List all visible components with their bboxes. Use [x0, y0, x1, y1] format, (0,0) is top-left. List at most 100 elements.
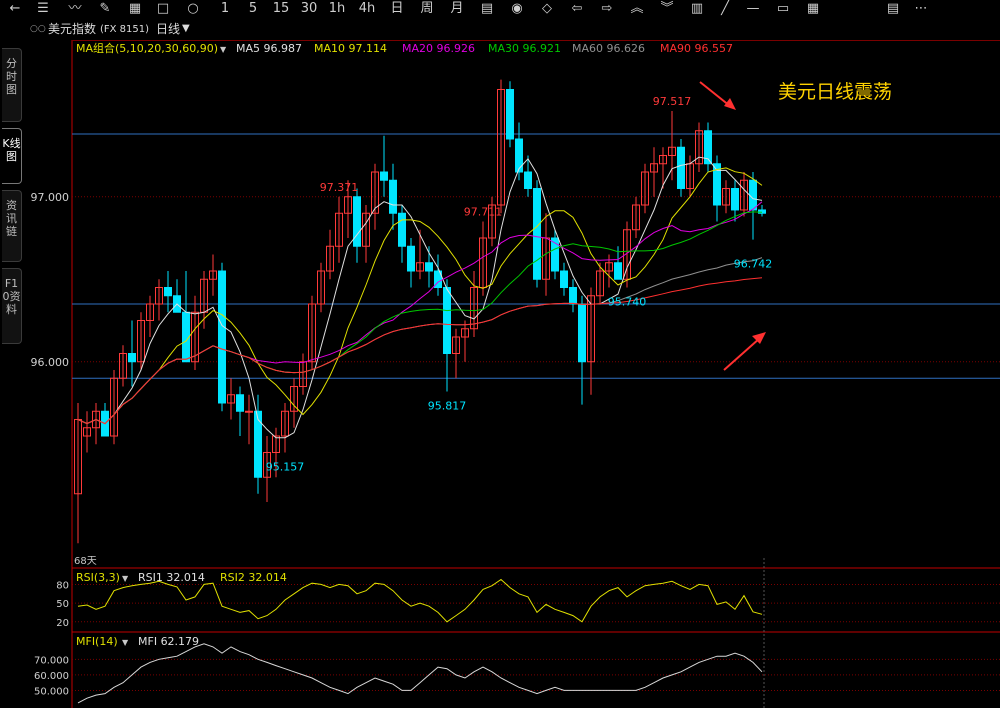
window-dots-icon[interactable]: ○○ — [30, 22, 46, 36]
dash-line-icon[interactable]: — — [740, 1, 766, 17]
list-icon[interactable]: ☰ — [30, 1, 56, 17]
arrow-down-icon — [699, 81, 731, 107]
more-icon[interactable]: ⋯ — [908, 1, 934, 17]
diamond-icon[interactable]: ◇ — [534, 1, 560, 17]
ma-legend-ma5: MA5 96.987 — [236, 42, 302, 55]
ma-legend-ma20: MA20 96.926 — [402, 42, 475, 55]
instrument-code: (FX 8151) — [100, 24, 150, 35]
period-1h-icon[interactable]: 1h — [324, 1, 350, 17]
ma-legend-ma60: MA60 96.626 — [572, 42, 645, 55]
arrow-up-icon — [723, 337, 761, 371]
rsi-label: RSI(3,3) — [76, 571, 120, 584]
candle-body — [533, 188, 541, 280]
candle-body — [524, 171, 532, 189]
edit-icon[interactable]: ✎ — [92, 1, 118, 17]
double-up-icon[interactable]: ︽ — [624, 1, 650, 17]
candle-body — [515, 138, 523, 173]
circle-icon[interactable]: ○ — [180, 1, 206, 17]
rsi-chevron-icon: ▼ — [122, 574, 129, 583]
arrow-right-icon[interactable]: ⇨ — [594, 1, 620, 17]
instrument-name: 美元指数 — [48, 22, 97, 36]
side-tab-1[interactable]: K线图 — [2, 128, 22, 184]
period-month-icon[interactable]: 月 — [444, 1, 470, 17]
title-bar: ○○ 美元指数 (FX 8151) 日线 ▼ — [0, 20, 1000, 39]
days-count-label: 68天 — [74, 556, 97, 567]
slash-line-icon[interactable]: ╱ — [712, 1, 738, 17]
arrow-left-icon[interactable]: ⇦ — [564, 1, 590, 17]
ma-legend-chevron-icon: ▼ — [220, 45, 227, 54]
price-annotation: 97.371 — [320, 181, 359, 194]
rsi-tick-label: 80 — [56, 580, 69, 591]
rsi-tick-label: 20 — [56, 618, 69, 629]
period-week-icon[interactable]: 周 — [414, 1, 440, 17]
candle-body — [749, 179, 757, 211]
candle-body — [560, 270, 568, 288]
price-tick-label: 96.000 — [31, 356, 70, 369]
period-day-icon[interactable]: 日 — [384, 1, 410, 17]
candle-body — [758, 209, 766, 214]
ma-legend-ma90: MA90 96.557 — [660, 42, 733, 55]
candle-body — [443, 287, 451, 354]
mfi-tick-label: 50.000 — [34, 686, 69, 697]
side-tab-2[interactable]: 资讯链 — [2, 190, 22, 262]
period-4h-icon[interactable]: 4h — [354, 1, 380, 17]
ma-legend-ma30: MA30 96.921 — [488, 42, 561, 55]
back-arrow-icon[interactable]: ← — [2, 1, 28, 17]
candle-body — [407, 245, 415, 272]
price-annotation: 97.711 — [464, 206, 503, 219]
grid-icon[interactable]: ▦ — [800, 1, 826, 17]
kline-chart[interactable]: 96.000 97.000 20 50 80 50.000 60.000 70.000 97.… — [24, 40, 1000, 708]
line-chart-icon[interactable]: 〰 — [62, 1, 88, 17]
price-annotation: 97.517 — [653, 95, 692, 108]
eye-icon[interactable]: ◉ — [504, 1, 530, 17]
mfi-tick-label: 70.000 — [34, 655, 69, 666]
chevron-down-icon[interactable]: ▼ — [182, 22, 190, 36]
mfi-label: MFI(14) — [76, 635, 118, 648]
candle-body — [425, 262, 433, 272]
candle-body — [569, 287, 577, 305]
double-down-icon[interactable]: ︾ — [654, 1, 680, 17]
report-icon[interactable]: ▦ — [122, 1, 148, 17]
candle-body — [614, 262, 622, 280]
ma-legend-ma10: MA10 97.114 — [314, 42, 387, 55]
candle-body — [398, 212, 406, 247]
rsi-tick-label: 50 — [56, 599, 69, 610]
candle-body — [236, 394, 244, 412]
chart-title: 美元日线震荡 — [778, 81, 892, 103]
side-tab-3[interactable]: F10资料 — [2, 268, 22, 344]
price-annotation: 96.742 — [734, 258, 773, 271]
ma-legend-label: MA组合(5,10,20,30,60,90) — [76, 41, 218, 55]
mfi-line — [77, 643, 763, 704]
candle-body — [506, 89, 514, 140]
price-tick-label: 97.000 — [31, 191, 70, 204]
mfi-legend: MFI 62.179 — [138, 635, 199, 648]
period-15min-icon[interactable]: 15 — [268, 1, 294, 17]
candle-body — [218, 270, 226, 404]
period-1min-icon[interactable]: 1 — [212, 1, 238, 17]
period-30min-icon[interactable]: 30 — [296, 1, 322, 17]
candle-body — [677, 146, 685, 189]
candle-body — [731, 188, 739, 211]
price-annotation: 95.740 — [608, 296, 647, 309]
price-annotation: 95.157 — [266, 461, 305, 474]
candle-body — [128, 353, 136, 363]
bars-icon[interactable]: ▥ — [684, 1, 710, 17]
rsi-line — [77, 578, 763, 623]
ma60-line — [77, 257, 763, 425]
rsi-legend-0: RSI1 32.014 — [138, 571, 205, 584]
candle-body — [245, 410, 253, 413]
price-annotation: 95.817 — [428, 399, 467, 412]
candle-body — [353, 196, 361, 247]
candle-body — [164, 287, 172, 297]
candle-body — [380, 171, 388, 181]
mfi-tick-label: 60.000 — [34, 671, 69, 682]
period-5min-icon[interactable]: 5 — [240, 1, 266, 17]
hline-icon[interactable]: ▭ — [770, 1, 796, 17]
calendar-icon[interactable]: ▤ — [474, 1, 500, 17]
square-icon[interactable]: □ — [150, 1, 176, 17]
period-selector[interactable]: 日线 — [156, 22, 180, 36]
table-icon[interactable]: ▤ — [880, 1, 906, 17]
arrow-down-head — [724, 98, 736, 110]
side-tab-0[interactable]: 分时图 — [2, 48, 22, 122]
mfi-chevron-icon: ▼ — [122, 638, 129, 647]
